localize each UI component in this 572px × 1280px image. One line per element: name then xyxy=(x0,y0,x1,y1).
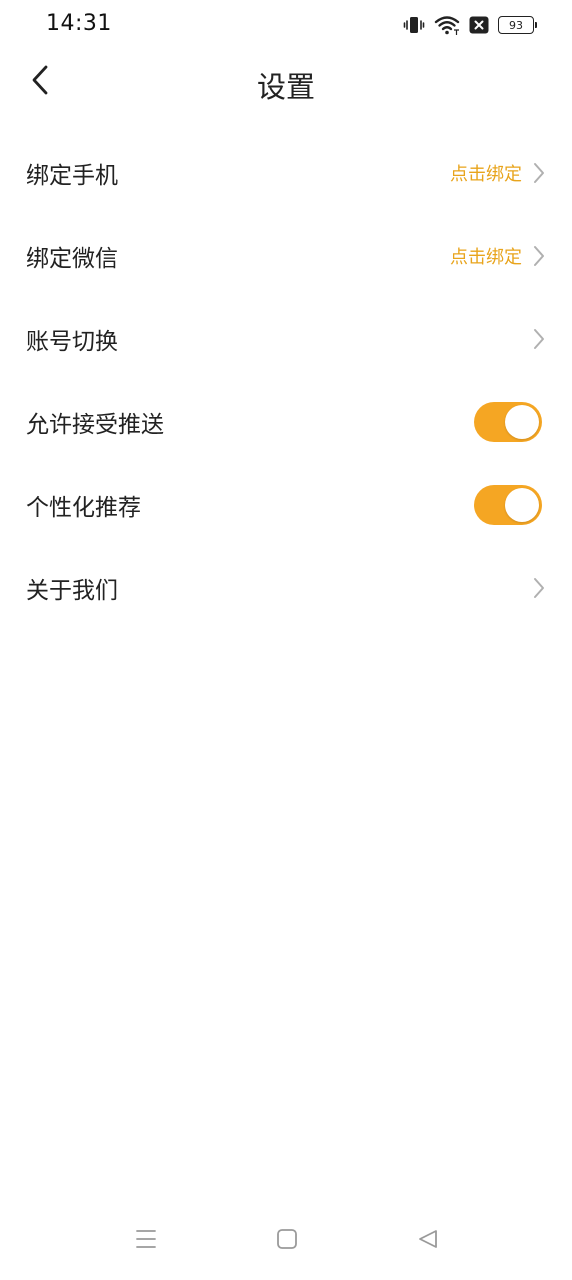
chevron-right-icon xyxy=(530,244,548,268)
chevron-right-icon xyxy=(530,161,548,185)
nav-bar xyxy=(0,1210,572,1280)
no-sim-icon xyxy=(469,16,489,34)
battery-level: 93 xyxy=(509,18,523,32)
row-right: 点击绑定 xyxy=(450,214,548,297)
status-bar: 14:31 93 xyxy=(0,0,572,52)
toggle-knob xyxy=(505,487,539,522)
row-label: 个性化推荐 xyxy=(26,494,141,521)
personalized-toggle[interactable] xyxy=(474,484,542,525)
settings-screen: 14:31 93 设置 绑定手机 点击绑定 绑定微信 点击绑定 账号切换 允许接… xyxy=(0,0,572,1280)
bind-wechat-hint: 点击绑定 xyxy=(450,246,522,268)
row-right xyxy=(474,380,548,463)
back-triangle-icon xyxy=(417,1228,439,1254)
vibrate-icon xyxy=(403,15,425,35)
header: 设置 xyxy=(0,52,572,114)
status-time: 14:31 xyxy=(46,11,112,36)
recent-apps-button[interactable] xyxy=(126,1224,166,1258)
settings-row-switch-account[interactable]: 账号切换 xyxy=(0,297,572,380)
settings-row-about-us[interactable]: 关于我们 xyxy=(0,546,572,629)
row-label: 绑定微信 xyxy=(26,245,118,272)
home-button[interactable] xyxy=(267,1224,307,1258)
row-label: 账号切换 xyxy=(26,328,118,355)
allow-push-toggle[interactable] xyxy=(474,401,542,442)
row-right xyxy=(530,546,548,629)
settings-row-allow-push: 允许接受推送 xyxy=(0,380,572,463)
wifi-icon xyxy=(434,14,460,36)
page-title: 设置 xyxy=(256,70,315,104)
settings-list: 绑定手机 点击绑定 绑定微信 点击绑定 账号切换 允许接受推送 个性化推荐 关于… xyxy=(0,131,572,629)
battery-icon: 93 xyxy=(498,16,537,34)
settings-row-bind-wechat[interactable]: 绑定微信 点击绑定 xyxy=(0,214,572,297)
row-label: 允许接受推送 xyxy=(26,411,164,438)
home-icon xyxy=(276,1228,298,1254)
row-label: 绑定手机 xyxy=(26,162,118,189)
settings-row-bind-phone[interactable]: 绑定手机 点击绑定 xyxy=(0,131,572,214)
status-icons: 93 xyxy=(403,13,537,37)
chevron-right-icon xyxy=(530,576,548,600)
toggle-knob xyxy=(505,404,539,439)
row-label: 关于我们 xyxy=(26,577,118,604)
menu-icon xyxy=(135,1228,157,1254)
row-right: 点击绑定 xyxy=(450,131,548,214)
row-right xyxy=(530,297,548,380)
system-back-button[interactable] xyxy=(408,1224,448,1258)
chevron-right-icon xyxy=(530,327,548,351)
settings-row-personalized: 个性化推荐 xyxy=(0,463,572,546)
row-right xyxy=(474,463,548,546)
bind-phone-hint: 点击绑定 xyxy=(450,163,522,185)
